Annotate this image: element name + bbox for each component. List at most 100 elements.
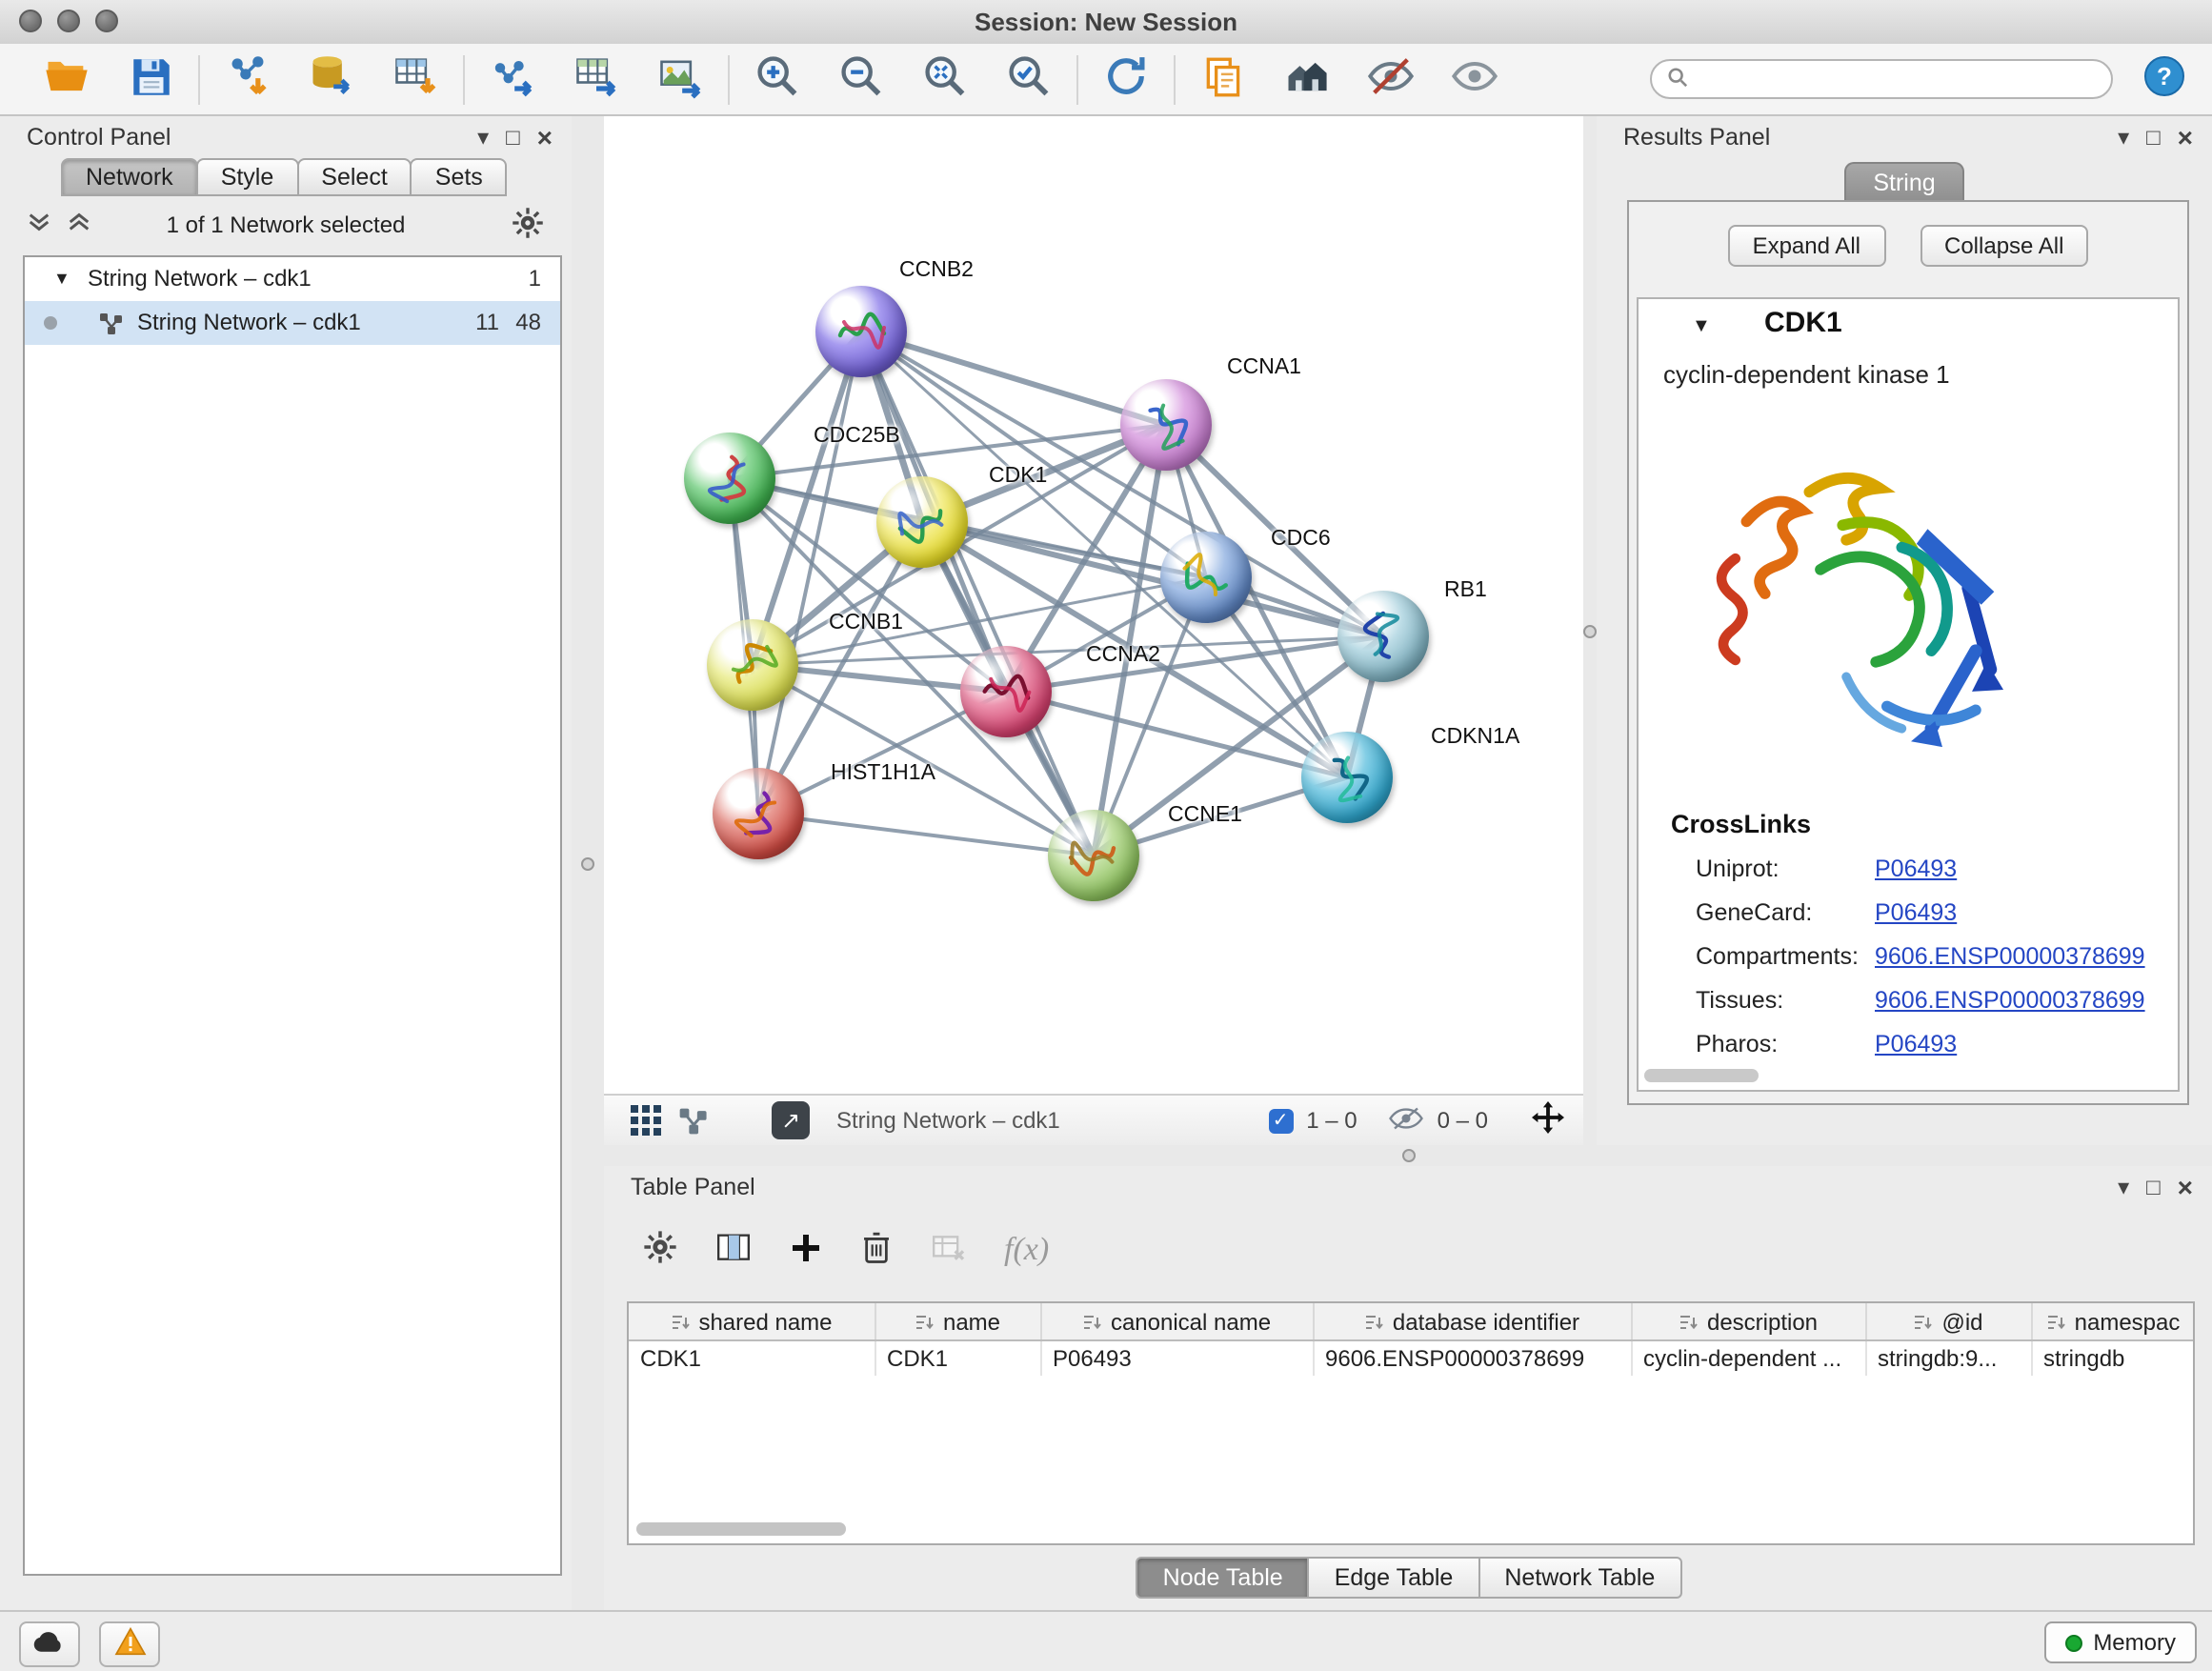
- network-node-HIST1H1A[interactable]: [713, 768, 804, 859]
- cell-name[interactable]: CDK1: [875, 1340, 1040, 1376]
- splitter-handle[interactable]: [581, 856, 594, 870]
- column-header-id[interactable]: @id: [1865, 1303, 2031, 1340]
- column-header-shared-name[interactable]: shared name: [629, 1303, 875, 1340]
- panel-float-icon[interactable]: □: [506, 122, 520, 152]
- panel-float-icon[interactable]: □: [2146, 1172, 2161, 1202]
- horizontal-scrollbar-thumb[interactable]: [1644, 1069, 1759, 1082]
- splitter-handle[interactable]: [1401, 1149, 1415, 1162]
- tab-edge-table[interactable]: Edge Table: [1308, 1557, 1480, 1599]
- crosslink-link-compartments[interactable]: 9606.ENSP00000378699: [1875, 943, 2145, 970]
- crosslink-link-tissues[interactable]: 9606.ENSP00000378699: [1875, 987, 2145, 1014]
- apply-layout-button[interactable]: [1097, 50, 1155, 108]
- column-header-description[interactable]: description: [1631, 1303, 1865, 1340]
- cell-description[interactable]: cyclin-dependent ...: [1631, 1340, 1865, 1376]
- import-table-button[interactable]: [387, 50, 444, 108]
- help-button[interactable]: ?: [2136, 50, 2193, 108]
- warnings-button[interactable]: [99, 1621, 160, 1667]
- panel-menu-icon[interactable]: ▾: [477, 122, 489, 152]
- network-node-RB1[interactable]: [1337, 591, 1429, 682]
- tab-network-table[interactable]: Network Table: [1478, 1557, 1681, 1599]
- cloud-status-button[interactable]: [19, 1621, 80, 1667]
- horizontal-splitter[interactable]: [604, 1145, 2212, 1166]
- search-input[interactable]: [1698, 64, 2096, 94]
- vertical-splitter-right[interactable]: [1583, 116, 1597, 1145]
- zoom-selected-button[interactable]: [1000, 50, 1057, 108]
- function-builder-icon[interactable]: f(x): [1004, 1231, 1049, 1269]
- column-header-name[interactable]: name: [875, 1303, 1040, 1340]
- panel-close-icon[interactable]: ×: [2178, 1172, 2193, 1202]
- expand-all-button[interactable]: Expand All: [1728, 225, 1885, 267]
- import-network-button[interactable]: [219, 50, 276, 108]
- zoom-fit-button[interactable]: [916, 50, 974, 108]
- open-in-new-window-button[interactable]: ↗: [772, 1101, 810, 1139]
- crosslink-link-pharos[interactable]: P06493: [1875, 1031, 1957, 1057]
- network-row-selected[interactable]: String Network – cdk1 11 48: [25, 301, 560, 345]
- network-node-CDC25B[interactable]: [684, 433, 775, 524]
- network-node-CCNA1[interactable]: [1120, 379, 1212, 471]
- network-share-view-icon[interactable]: [669, 1097, 714, 1143]
- export-network-button[interactable]: [484, 50, 541, 108]
- cell-database-identifier[interactable]: 9606.ENSP00000378699: [1313, 1340, 1631, 1376]
- crosslink-link-genecard[interactable]: P06493: [1875, 899, 1957, 926]
- column-header-canonical-name[interactable]: canonical name: [1040, 1303, 1313, 1340]
- protein-structure-thumbnail: [1301, 732, 1393, 823]
- tree-expanded-icon[interactable]: ▼: [53, 257, 70, 301]
- zoom-out-button[interactable]: [833, 50, 890, 108]
- hidden-eye-slash-icon[interactable]: [1390, 1104, 1424, 1137]
- hide-selected-button[interactable]: [1362, 50, 1419, 108]
- network-collection-row[interactable]: ▼ String Network – cdk1 1: [25, 257, 560, 301]
- panel-close-icon[interactable]: ×: [537, 122, 553, 152]
- show-all-button[interactable]: [1446, 50, 1503, 108]
- column-header-database-identifier[interactable]: database identifier: [1313, 1303, 1631, 1340]
- tab-sets[interactable]: Sets: [411, 158, 508, 196]
- delete-column-trash-icon[interactable]: [859, 1229, 894, 1271]
- export-table-button[interactable]: [568, 50, 625, 108]
- table-row[interactable]: CDK1 CDK1 P06493 9606.ENSP00000378699 cy…: [629, 1340, 2195, 1376]
- network-node-CDC6[interactable]: [1160, 532, 1252, 623]
- import-table-from-database-button[interactable]: [303, 50, 360, 108]
- tab-string[interactable]: String: [1844, 162, 1963, 202]
- create-column-plus-icon[interactable]: [789, 1230, 823, 1270]
- show-columns-icon[interactable]: [714, 1228, 753, 1272]
- cell-id[interactable]: stringdb:9...: [1865, 1340, 2031, 1376]
- home-button[interactable]: [1278, 50, 1336, 108]
- table-options-gear-icon[interactable]: [642, 1229, 678, 1271]
- collapse-all-button[interactable]: Collapse All: [1920, 225, 2088, 267]
- panel-float-icon[interactable]: □: [2146, 122, 2161, 152]
- cloud-icon: [32, 1630, 67, 1659]
- splitter-handle[interactable]: [1583, 624, 1597, 637]
- copy-style-button[interactable]: [1195, 50, 1252, 108]
- panel-menu-icon[interactable]: ▾: [2118, 122, 2129, 152]
- open-session-button[interactable]: [38, 50, 95, 108]
- cell-canonical-name[interactable]: P06493: [1040, 1340, 1313, 1376]
- fit-crosshair-icon[interactable]: [1532, 1101, 1564, 1139]
- cell-shared-name[interactable]: CDK1: [629, 1340, 875, 1376]
- network-options-gear-icon[interactable]: [511, 206, 545, 246]
- grid-view-icon[interactable]: [623, 1097, 669, 1143]
- cell-namespace[interactable]: stringdb: [2031, 1340, 2195, 1376]
- crosslink-link-uniprot[interactable]: P06493: [1875, 856, 1957, 882]
- vertical-splitter-left[interactable]: [572, 116, 604, 1610]
- export-image-button[interactable]: [652, 50, 709, 108]
- tab-network[interactable]: Network: [61, 158, 198, 196]
- panel-menu-icon[interactable]: ▾: [2118, 1172, 2129, 1202]
- network-node-CDK1[interactable]: [876, 476, 968, 568]
- network-node-CCNE1[interactable]: [1048, 810, 1139, 901]
- network-node-CCNB2[interactable]: [815, 286, 907, 377]
- panel-close-icon[interactable]: ×: [2178, 122, 2193, 152]
- section-collapse-icon[interactable]: ▼: [1692, 316, 1711, 337]
- selected-checkbox-icon[interactable]: ✓: [1268, 1108, 1293, 1133]
- network-node-CCNB1[interactable]: [707, 619, 798, 711]
- tab-style[interactable]: Style: [196, 158, 299, 196]
- network-canvas[interactable]: CCNB2CCNA1CDC25BCDK1CDC6RB1CCNB1CCNA2CDK…: [604, 116, 1583, 1094]
- memory-button[interactable]: Memory: [2043, 1621, 2197, 1663]
- save-session-button[interactable]: [122, 50, 179, 108]
- tab-node-table[interactable]: Node Table: [1136, 1557, 1310, 1599]
- tab-select[interactable]: Select: [296, 158, 412, 196]
- column-header-namespace[interactable]: namespac: [2031, 1303, 2195, 1340]
- toolbar-search[interactable]: [1650, 59, 2113, 99]
- zoom-in-button[interactable]: [749, 50, 806, 108]
- horizontal-scrollbar-thumb[interactable]: [636, 1522, 846, 1536]
- network-node-CDKN1A[interactable]: [1301, 732, 1393, 823]
- network-node-CCNA2[interactable]: [960, 646, 1052, 737]
